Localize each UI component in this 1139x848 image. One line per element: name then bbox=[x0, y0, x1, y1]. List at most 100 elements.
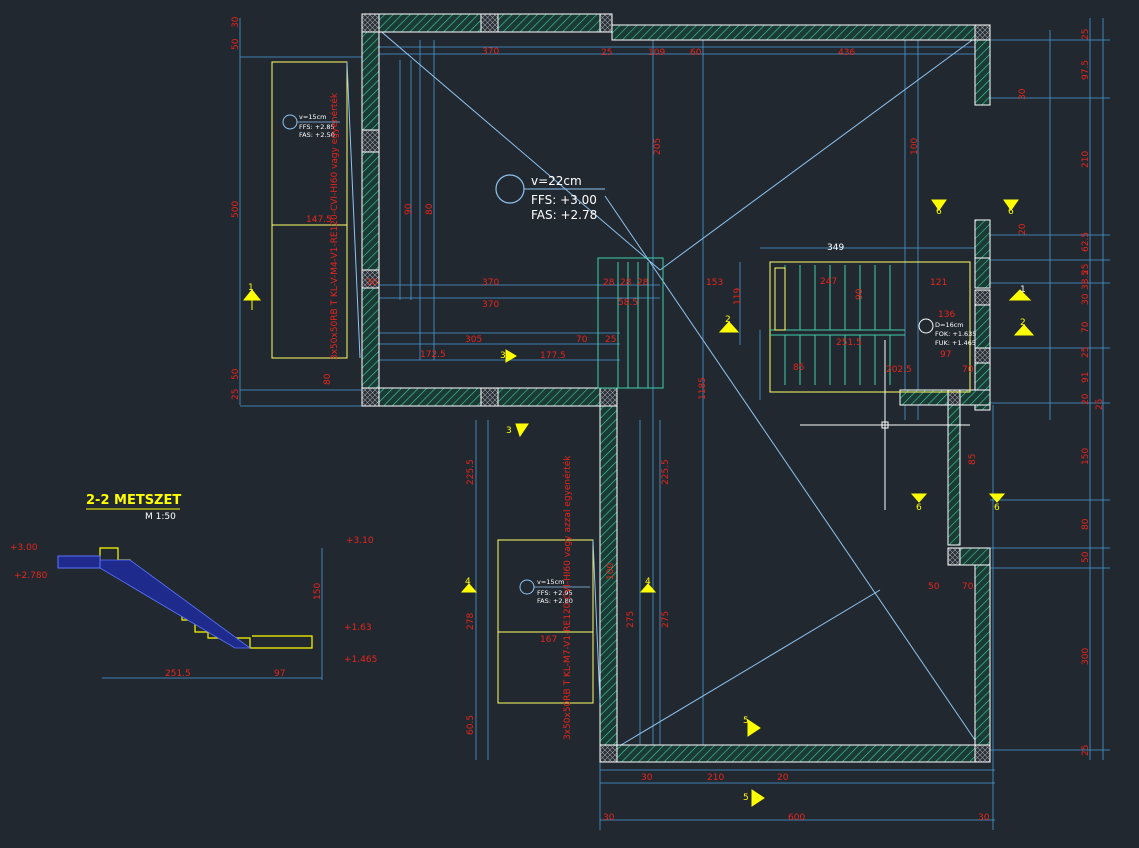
section-mark-6-upper-left: 6 bbox=[936, 207, 942, 217]
section-title: 2-2 METSZET bbox=[86, 493, 181, 508]
main-room-fas: FAS: +2.78 bbox=[531, 208, 597, 222]
section-mark-3-bottom: 3 bbox=[506, 426, 512, 436]
room-a-outline bbox=[271, 61, 361, 359]
dim-right-25c: 25 bbox=[1081, 347, 1091, 358]
dim-right-20: 20 bbox=[1018, 223, 1028, 235]
dim-right-70: 70 bbox=[1081, 321, 1091, 333]
dim-top-25: 25 bbox=[601, 48, 612, 58]
dim-225_5-right: 225.5 bbox=[661, 459, 671, 485]
dim-bottom-30-right: 30 bbox=[978, 813, 990, 823]
dim-right-300: 300 bbox=[1081, 648, 1091, 665]
dim-172_5: 172.5 bbox=[420, 350, 446, 360]
dim-bottom-30-left: 30 bbox=[603, 813, 615, 823]
dims-left: 30 50 500 50 25 80 bbox=[231, 16, 333, 400]
section-elev-left-top: +3.00 bbox=[10, 543, 38, 553]
dim-mid-370b: 370 bbox=[482, 300, 499, 310]
section-mark-6-lower-right: 6 bbox=[994, 503, 1000, 513]
dim-90: 90 bbox=[855, 288, 865, 300]
dim-right-20b: 20 bbox=[1081, 393, 1091, 405]
section-dim-150: 150 bbox=[313, 583, 323, 600]
dim-1185: 1185 bbox=[698, 377, 708, 400]
dim-left-50b: 50 bbox=[231, 368, 241, 380]
dim-mid-121: 121 bbox=[930, 278, 947, 288]
section-scale: M 1:50 bbox=[145, 512, 176, 522]
section-2-2: 2-2 METSZET M 1:50 251.5 97 150 +3.00 +2… bbox=[10, 493, 377, 680]
dim-bottom-600: 600 bbox=[788, 813, 805, 823]
dim-right-150: 150 bbox=[1081, 448, 1091, 465]
section-dim-97: 97 bbox=[274, 669, 285, 679]
dim-100: 100 bbox=[606, 563, 616, 580]
dim-380: 205 bbox=[653, 138, 663, 155]
dim-275: 275 bbox=[626, 611, 636, 628]
dim-25: 25 bbox=[605, 335, 616, 345]
door-label-left: 3x50x50RB T KL-V-M4-V1-RE120-CVI-HI60 va… bbox=[329, 92, 340, 360]
dim-mid-370: 370 bbox=[482, 278, 499, 288]
dim-70: 70 bbox=[576, 335, 588, 345]
dim-right-50: 50 bbox=[1081, 551, 1091, 563]
stair-plan: D=16cm FOK: +1.635 FUK: +1.465 bbox=[597, 257, 976, 393]
dim-bottom-210: 210 bbox=[707, 773, 724, 783]
dim-right-210: 210 bbox=[1081, 151, 1091, 168]
dim-370v: 100 bbox=[910, 138, 920, 155]
dim-right-62_5: 62.5 bbox=[1081, 232, 1091, 252]
room-b-label: v=15cm FFS: +2.95 FAS: +2.80 bbox=[519, 578, 590, 605]
section-mark-6-upper-right: 6 bbox=[1008, 207, 1014, 217]
dim-right-38_5: 38.5 bbox=[1081, 270, 1091, 290]
dim-177_5: 177.5 bbox=[540, 351, 566, 361]
room-diagonals bbox=[369, 21, 976, 749]
dim-147_5: 147.5 bbox=[306, 215, 332, 225]
dims-bottom: 30 210 20 30 600 30 bbox=[603, 773, 990, 823]
room-b-v: v=15cm bbox=[537, 578, 564, 586]
dim-left-80: 80 bbox=[323, 373, 333, 385]
section-elev-right-mid: +1.63 bbox=[344, 623, 372, 633]
section-mark-5-bottom: 5 bbox=[743, 793, 749, 803]
dim-top-109: 109 bbox=[648, 48, 665, 58]
dim-mid-30: 30 bbox=[366, 278, 378, 288]
dim-left-500: 500 bbox=[231, 201, 241, 218]
crosshair-cursor bbox=[800, 340, 970, 510]
section-mark-5-top: 5 bbox=[743, 716, 749, 726]
dim-410: 80 bbox=[425, 203, 435, 215]
dim-left-30: 30 bbox=[231, 16, 241, 28]
dim-136: 136 bbox=[938, 310, 955, 320]
dim-60_5: 60.5 bbox=[466, 715, 476, 735]
cad-drawing-canvas[interactable]: v=15cm FFS: +2.85 FAS: +2.50 v=22cm FFS:… bbox=[0, 0, 1139, 848]
dim-left-50: 50 bbox=[231, 38, 241, 50]
dims-right: 25 97.5 30 210 20 62.5 25 38.5 30 70 25 … bbox=[1018, 29, 1105, 756]
dim-70b: 70 bbox=[962, 365, 974, 375]
dim-85: 85 bbox=[793, 363, 804, 373]
door-label-bottom: 3x50x50RB T KL-M7-V1-RE120-CVI-HI60 vagy… bbox=[562, 455, 573, 740]
section-mark-1-left: 1 bbox=[248, 283, 254, 293]
stair-room-v: D=16cm bbox=[935, 321, 964, 329]
dim-top-370: 370 bbox=[482, 47, 499, 57]
dim-right-80: 80 bbox=[1081, 518, 1091, 530]
section-mark-2-left: 2 bbox=[725, 315, 731, 325]
dim-left-25: 25 bbox=[231, 389, 241, 400]
dim-167: 167 bbox=[540, 635, 557, 645]
stair-room-fuk: FUK: +1.465 bbox=[935, 339, 976, 347]
dim-right-25d: 25 bbox=[1095, 399, 1105, 410]
dims-misc: 147.5 172.5 177.5 305 70 25 58.5 90 119 … bbox=[306, 138, 978, 735]
dim-50: 50 bbox=[928, 582, 940, 592]
room-b-outline bbox=[497, 539, 601, 704]
dim-150-inner: 85 bbox=[968, 454, 978, 465]
dim-right-30: 30 bbox=[1018, 88, 1028, 100]
section-mark-2-right: 2 bbox=[1020, 318, 1026, 328]
walls bbox=[361, 13, 991, 763]
dim-mid-28c: 28 bbox=[637, 278, 649, 288]
dim-bottom-20: 20 bbox=[777, 773, 789, 783]
dim-top-60: 60 bbox=[690, 48, 702, 58]
dim-mid-349: 349 bbox=[827, 243, 844, 253]
dim-mid-153: 153 bbox=[706, 278, 723, 288]
main-room-label: v=22cm FFS: +3.00 FAS: +2.78 bbox=[495, 174, 605, 222]
section-elev-right-top: +3.10 bbox=[346, 536, 374, 546]
dim-mid-247: 247 bbox=[820, 277, 837, 287]
section-mark-4-right: 4 bbox=[645, 577, 651, 587]
dim-58_5: 58.5 bbox=[618, 298, 638, 308]
dim-278: 278 bbox=[466, 613, 476, 630]
section-elev-right-bottom: +1.465 bbox=[344, 655, 377, 665]
dim-mid-28b: 28 bbox=[620, 278, 632, 288]
section-mark-6-lower-left: 6 bbox=[916, 503, 922, 513]
main-room-v: v=22cm bbox=[531, 174, 582, 188]
dim-225_5-left: 225.5 bbox=[466, 459, 476, 485]
